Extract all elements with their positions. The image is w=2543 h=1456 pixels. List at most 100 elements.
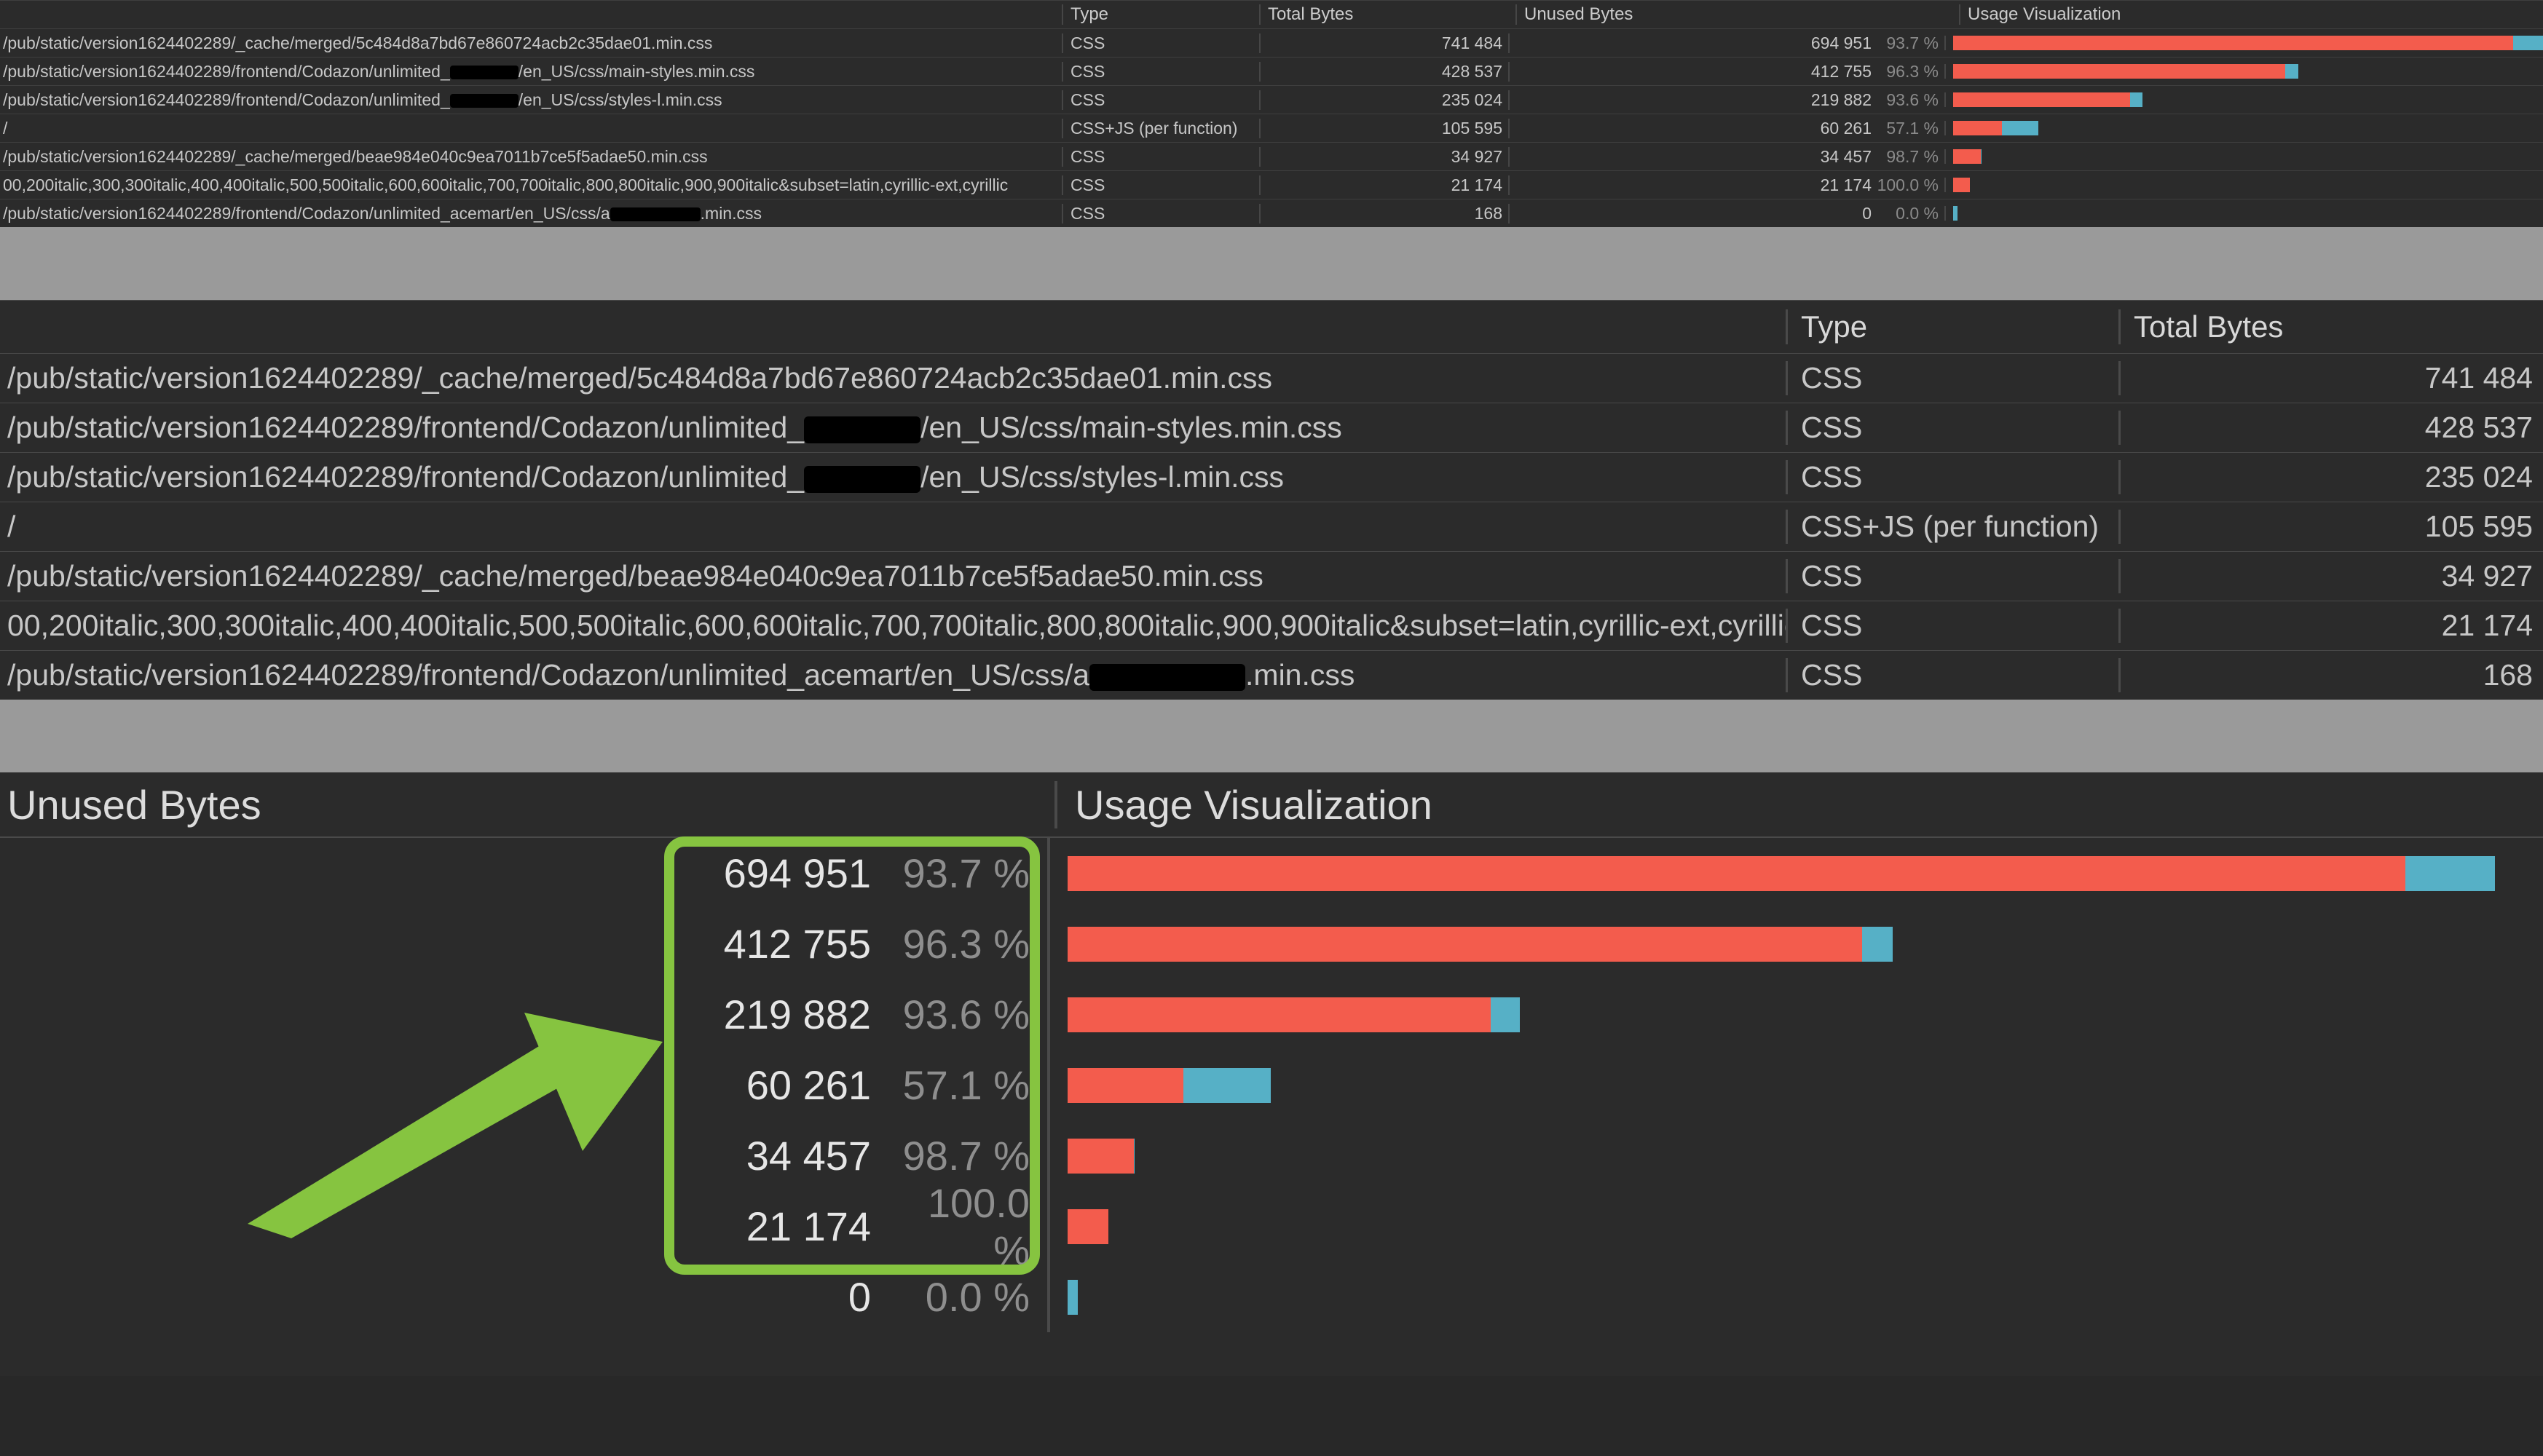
table-row[interactable]: 00,200italic,300,300italic,400,400italic…	[0, 170, 2543, 199]
cell-unused-bytes: 412 75596.3 %	[0, 920, 1047, 968]
col-type-header[interactable]: Type	[1062, 4, 1259, 25]
cell-url: 00,200italic,300,300italic,400,400italic…	[0, 175, 1062, 195]
usage-bar	[1068, 997, 1520, 1032]
unused-bytes-pct: 57.1 %	[884, 1061, 1030, 1109]
table-row[interactable]: 60 26157.1 %	[0, 1050, 2543, 1120]
usage-bar-used	[2130, 92, 2142, 107]
usage-bar-unused	[1068, 1209, 1108, 1244]
col-unused-header[interactable]: Unused Bytes	[1515, 4, 1959, 25]
unused-bytes-pct: 57.1 %	[1876, 119, 1939, 138]
cell-type: CSS+JS (per function)	[1786, 510, 2118, 544]
col-unused-header[interactable]: Unused Bytes	[0, 781, 1054, 828]
table-row[interactable]: /pub/static/version1624402289/frontend/C…	[0, 85, 2543, 114]
cell-usage-visualization	[1944, 178, 2543, 192]
cell-usage-visualization	[1047, 1120, 2543, 1191]
col-vis-header[interactable]: Usage Visualization	[1959, 4, 2543, 25]
usage-bar-used	[2002, 121, 2038, 135]
cell-total-bytes: 105 595	[2118, 510, 2543, 544]
table-row[interactable]: /pub/static/version1624402289/frontend/C…	[0, 199, 2543, 227]
unused-bytes-pct: 93.6 %	[884, 991, 1030, 1038]
table-row[interactable]: /CSS+JS (per function)105 59560 26157.1 …	[0, 114, 2543, 142]
usage-bar	[1068, 856, 2495, 891]
usage-bar-unused	[1068, 1139, 1134, 1174]
cell-unused-bytes: 694 951 93.7 %	[0, 850, 1047, 897]
cell-total-bytes: 34 927	[1259, 147, 1508, 167]
cell-total-bytes: 21 174	[1259, 175, 1508, 195]
cell-usage-visualization	[1047, 1262, 2543, 1332]
usage-bar-used	[1953, 206, 1957, 221]
cell-url: /pub/static/version1624402289/_cache/mer…	[0, 33, 1062, 53]
col-type-header[interactable]: Type	[1786, 309, 2118, 344]
unused-bytes-value: 219 882	[724, 991, 871, 1038]
coverage-table-zoom-left: Type Total Bytes /pub/static/version1624…	[0, 300, 2543, 700]
col-total-header[interactable]: Total Bytes	[1259, 4, 1515, 25]
usage-bar-used	[1134, 1139, 1135, 1174]
usage-bar-unused	[1068, 927, 1862, 962]
cell-type: CSS	[1786, 559, 2118, 593]
table-row[interactable]: /pub/static/version1624402289/frontend/C…	[0, 403, 2543, 452]
unused-bytes-value: 219 882	[1811, 90, 1872, 110]
table-row[interactable]: 21 174100.0 %	[0, 1191, 2543, 1262]
table-row[interactable]: /CSS+JS (per function)105 595	[0, 502, 2543, 551]
cell-type: CSS	[1786, 460, 2118, 494]
table-row[interactable]: /pub/static/version1624402289/_cache/mer…	[0, 142, 2543, 170]
cell-unused-bytes: 34 457 98.7 %	[0, 1132, 1047, 1179]
cell-type: CSS	[1062, 62, 1259, 82]
redacted-text	[450, 66, 519, 79]
cell-total-bytes: 428 537	[1259, 62, 1508, 82]
usage-bar-used	[1491, 997, 1520, 1032]
table-row[interactable]: /pub/static/version1624402289/_cache/mer…	[0, 28, 2543, 57]
cell-type: CSS	[1062, 204, 1259, 223]
table-row[interactable]: 00,200italic,300,300italic,400,400italic…	[0, 601, 2543, 650]
cell-url: /pub/static/version1624402289/frontend/C…	[0, 62, 1062, 82]
cell-unused-bytes: 21 174100.0 %	[0, 1179, 1047, 1274]
usage-bar	[1068, 1139, 1135, 1174]
coverage-table-header: Type Total Bytes Unused Bytes Usage Visu…	[0, 0, 2543, 28]
cell-total-bytes: 741 484	[2118, 361, 2543, 395]
unused-bytes-value: 694 951	[724, 850, 871, 897]
unused-bytes-value: 34 457	[746, 1132, 871, 1179]
cell-usage-visualization	[1944, 121, 2543, 135]
usage-bar	[1953, 178, 1970, 192]
cell-unused-bytes: 34 45798.7 %	[1508, 147, 1944, 167]
usage-bar-unused	[1068, 997, 1491, 1032]
cell-url: /pub/static/version1624402289/frontend/C…	[0, 411, 1786, 445]
table-row[interactable]: /pub/static/version1624402289/_cache/mer…	[0, 353, 2543, 403]
table-row[interactable]: /pub/static/version1624402289/_cache/mer…	[0, 551, 2543, 601]
usage-bar-unused	[1953, 92, 2130, 107]
cell-url: /pub/static/version1624402289/frontend/C…	[0, 658, 1786, 692]
cell-type: CSS+JS (per function)	[1062, 119, 1259, 138]
table-row[interactable]: 412 75596.3 %	[0, 909, 2543, 979]
usage-bar	[1953, 36, 2543, 50]
unused-bytes-value: 0	[1862, 204, 1872, 223]
cell-usage-visualization	[1047, 909, 2543, 979]
cell-unused-bytes: 21 174100.0 %	[1508, 175, 1944, 195]
cell-url: /pub/static/version1624402289/_cache/mer…	[0, 361, 1786, 395]
cell-type: CSS	[1786, 411, 2118, 445]
cell-url: /	[0, 510, 1786, 544]
coverage-table-header-zoom2: Unused Bytes Usage Visualization	[0, 772, 2543, 838]
unused-bytes-pct: 100.0 %	[1876, 175, 1939, 195]
cell-url: /pub/static/version1624402289/frontend/C…	[0, 460, 1786, 494]
usage-bar-used	[1981, 149, 1982, 164]
usage-bar	[1068, 1280, 1078, 1315]
redacted-text	[804, 466, 920, 493]
col-total-header[interactable]: Total Bytes	[2118, 309, 2543, 344]
usage-bar-used	[1068, 1280, 1078, 1315]
table-row[interactable]: 219 882 93.6 %	[0, 979, 2543, 1050]
table-row[interactable]: /pub/static/version1624402289/frontend/C…	[0, 452, 2543, 502]
cell-usage-visualization	[1047, 1191, 2543, 1262]
cell-usage-visualization	[1944, 149, 2543, 164]
usage-bar-unused	[1068, 1068, 1183, 1103]
unused-bytes-pct: 93.7 %	[884, 850, 1030, 897]
redacted-text	[1089, 664, 1245, 691]
unused-bytes-pct: 98.7 %	[884, 1132, 1030, 1179]
cell-unused-bytes: 219 88293.6 %	[1508, 90, 1944, 110]
cell-unused-bytes: 219 882 93.6 %	[0, 991, 1047, 1038]
usage-bar-unused	[1068, 856, 2405, 891]
table-row[interactable]: 694 951 93.7 %	[0, 838, 2543, 909]
usage-bar-unused	[1953, 121, 2002, 135]
table-row[interactable]: /pub/static/version1624402289/frontend/C…	[0, 57, 2543, 85]
table-row[interactable]: /pub/static/version1624402289/frontend/C…	[0, 650, 2543, 700]
col-vis-header[interactable]: Usage Visualization	[1054, 781, 2543, 828]
